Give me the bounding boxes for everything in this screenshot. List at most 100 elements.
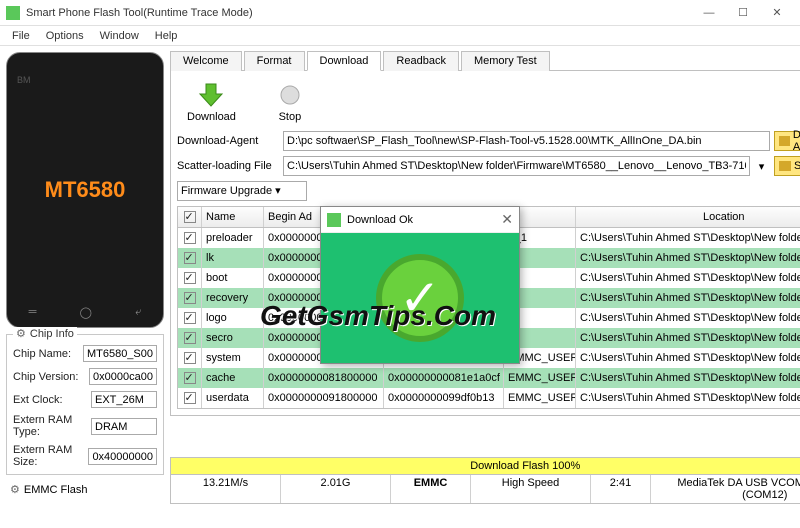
tab-welcome[interactable]: Welcome [170,51,242,71]
menubar: File Options Window Help [0,26,800,46]
emmc-flash-label: ⚙EMMC Flash [6,481,164,498]
dialog-title: Download Ok [347,214,501,226]
ram-type-value[interactable]: DRAM [91,418,157,435]
row-checkbox[interactable] [184,292,196,304]
menu-window[interactable]: Window [92,28,147,44]
row-location: C:\Users\Tuhin Ahmed ST\Desktop\New fold… [576,308,800,328]
row-name: cache [202,368,264,388]
row-location: C:\Users\Tuhin Ahmed ST\Desktop\New fold… [576,228,800,248]
tab-format[interactable]: Format [244,51,305,71]
row-name: boot [202,268,264,288]
download-icon [197,81,225,109]
tab-download[interactable]: Download [307,51,382,71]
row-location: C:\Users\Tuhin Ahmed ST\Desktop\New fold… [576,248,800,268]
ram-size-value[interactable]: 0x40000000 [88,448,157,465]
close-button[interactable]: ✕ [760,2,794,24]
stop-button[interactable]: Stop [276,81,304,123]
row-location: C:\Users\Tuhin Ahmed ST\Desktop\New fold… [576,368,800,388]
ext-clock-value[interactable]: EXT_26M [91,391,157,408]
status-usb: High Speed [471,475,591,503]
row-name: preloader [202,228,264,248]
download-ok-dialog: Download Ok ✕ ✓ [320,206,520,364]
phone-chip-label: MT6580 [45,177,126,203]
row-checkbox[interactable] [184,352,196,364]
phone-bm: BM [17,75,31,85]
row-name: secro [202,328,264,348]
check-icon: ✓ [399,269,441,327]
download-agent-input[interactable] [283,131,770,151]
download-button[interactable]: Download [187,81,236,123]
row-checkbox[interactable] [184,332,196,344]
col-name[interactable]: Name [202,207,264,227]
row-name: lk [202,248,264,268]
row-name: system [202,348,264,368]
table-row[interactable]: userdata0x00000000918000000x0000000099df… [178,388,800,408]
success-circle: ✓ [376,254,464,342]
scatter-dropdown-icon[interactable]: ▾ [754,160,770,173]
table-row[interactable]: cache0x00000000818000000x00000000081e1a0… [178,368,800,388]
menu-options[interactable]: Options [38,28,92,44]
ram-size-label: Extern RAM Size: [13,444,88,468]
status-bar: Download Flash 100% 13.21M/s 2.01G EMMC … [170,457,800,504]
ext-clock-label: Ext Clock: [13,394,91,406]
chip-version-label: Chip Version: [13,371,89,383]
menu-help[interactable]: Help [147,28,186,44]
maximize-button[interactable]: ☐ [726,2,760,24]
download-agent-button[interactable]: Download Agent [774,131,800,151]
row-location: C:\Users\Tuhin Ahmed ST\Desktop\New fold… [576,288,800,308]
chip-name-value[interactable]: MT6580_S00 [83,345,157,362]
row-checkbox[interactable] [184,312,196,324]
status-port: MediaTek DA USB VCOM (Android) (COM12) [651,475,800,503]
status-time: 2:41 [591,475,651,503]
tab-memory-test[interactable]: Memory Test [461,51,550,71]
scatter-label: Scatter-loading File [177,160,279,172]
row-checkbox[interactable] [184,232,196,244]
status-storage: EMMC [391,475,471,503]
row-checkbox[interactable] [184,372,196,384]
row-name: logo [202,308,264,328]
stop-icon [276,81,304,109]
row-begin: 0x0000000081800000 [264,368,384,388]
col-location[interactable]: Location [576,207,800,227]
row-name: recovery [202,288,264,308]
scatter-input[interactable] [283,156,750,176]
scatter-loading-button[interactable]: Scatter-loading [774,156,800,176]
row-region: EMMC_USER [504,388,576,408]
status-size: 2.01G [281,475,391,503]
tab-readback[interactable]: Readback [383,51,459,71]
dialog-body: ✓ [321,233,519,363]
minimize-button[interactable]: — [692,2,726,24]
tab-bar: Welcome Format Download Readback Memory … [170,50,800,71]
firmware-mode-select[interactable]: Firmware Upgrade ▾ [177,181,307,201]
gear-icon: ⚙ [10,484,20,496]
download-agent-label: Download-Agent [177,135,279,147]
gear-icon: ⚙ [16,328,26,340]
app-icon [6,6,20,20]
folder-icon [779,136,790,146]
row-checkbox[interactable] [184,272,196,284]
phone-softkeys: ═◯⤶ [7,306,163,319]
row-location: C:\Users\Tuhin Ahmed ST\Desktop\New fold… [576,388,800,408]
phone-preview: BM MT6580 ═◯⤶ [6,52,164,328]
row-checkbox[interactable] [184,252,196,264]
row-end: 0x0000000099df0b13 [384,388,504,408]
row-location: C:\Users\Tuhin Ahmed ST\Desktop\New fold… [576,348,800,368]
row-location: C:\Users\Tuhin Ahmed ST\Desktop\New fold… [576,268,800,288]
progress-bar: Download Flash 100% [170,457,800,474]
dialog-close-button[interactable]: ✕ [501,211,513,228]
status-speed: 13.21M/s [171,475,281,503]
row-begin: 0x0000000091800000 [264,388,384,408]
stop-button-label: Stop [279,111,302,123]
row-name: userdata [202,388,264,408]
chip-name-label: Chip Name: [13,348,83,360]
chip-version-value[interactable]: 0x0000ca00 [89,368,157,385]
chip-info-title: ⚙Chip Info [13,327,77,340]
folder-icon [779,161,791,171]
row-location: C:\Users\Tuhin Ahmed ST\Desktop\New fold… [576,328,800,348]
menu-file[interactable]: File [4,28,38,44]
ram-type-label: Extern RAM Type: [13,414,91,438]
col-check[interactable] [178,207,202,227]
dialog-icon [327,213,341,227]
row-checkbox[interactable] [184,392,196,404]
titlebar: Smart Phone Flash Tool(Runtime Trace Mod… [0,0,800,26]
